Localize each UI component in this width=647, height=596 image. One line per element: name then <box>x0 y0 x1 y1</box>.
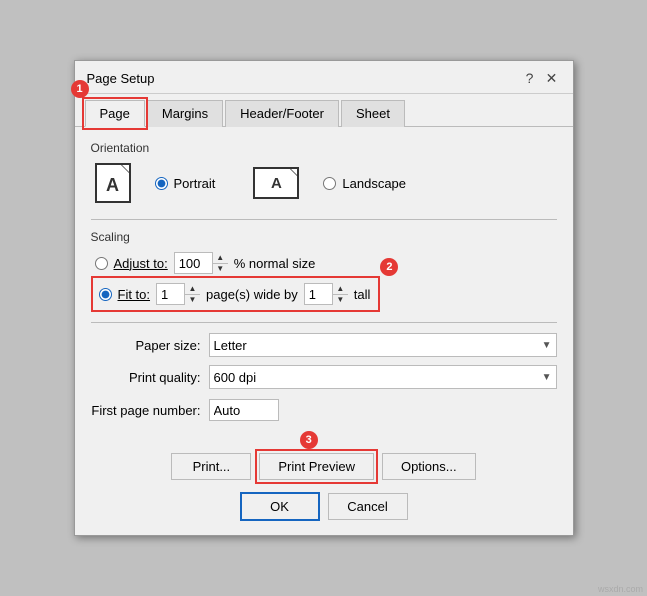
close-button[interactable]: ✕ <box>543 69 561 87</box>
fit-to-container: Fit to: ▲ ▼ page(s) wide by ▲ <box>91 280 377 308</box>
action-buttons: Print... Print Preview 3 Options... <box>75 443 573 490</box>
adjust-suffix: % normal size <box>234 256 316 271</box>
landscape-label: Landscape <box>342 176 406 191</box>
fit-tall-suffix: tall <box>354 287 371 302</box>
print-button[interactable]: Print... <box>171 453 251 480</box>
tab-page[interactable]: Page <box>85 100 145 127</box>
adjust-spin-btns: ▲ ▼ <box>212 252 228 274</box>
portrait-option[interactable]: Portrait <box>155 176 216 191</box>
preview-badge: 3 <box>300 431 318 449</box>
adjust-label: Adjust to: <box>114 256 168 271</box>
first-page-input[interactable] <box>209 399 279 421</box>
paper-size-select[interactable]: Letter ▼ <box>209 333 557 357</box>
orientation-options: A Portrait A Landscape <box>95 163 557 203</box>
tab-header-footer[interactable]: Header/Footer <box>225 100 339 127</box>
watermark: wsxdn.com <box>598 584 643 594</box>
print-quality-label: Print quality: <box>91 370 201 385</box>
dialog-content: Orientation A Portrait A Landscape <box>75 127 573 443</box>
paper-size-arrow: ▼ <box>542 340 552 351</box>
divider-1 <box>91 219 557 220</box>
dialog-title: Page Setup <box>87 71 155 86</box>
print-quality-select[interactable]: 600 dpi ▼ <box>209 365 557 389</box>
adjust-spin-down[interactable]: ▼ <box>213 264 228 275</box>
tab-page-wrap: Page 1 <box>85 100 145 126</box>
scaling-section: Scaling Adjust to: ▲ ▼ % normal size <box>91 230 557 308</box>
adjust-radio[interactable] <box>95 257 108 270</box>
ok-button[interactable]: OK <box>240 492 320 521</box>
adjust-spinner[interactable]: ▲ ▼ <box>174 252 228 274</box>
adjust-spin-up[interactable]: ▲ <box>213 252 228 264</box>
fit-option[interactable]: Fit to: <box>99 287 151 302</box>
fit-tall-spin-btns: ▲ ▼ <box>332 283 348 305</box>
page-setup-dialog: Page Setup ? ✕ Page 1 Margins Header/Foo… <box>74 60 574 536</box>
fit-wide-spinner[interactable]: ▲ ▼ <box>156 283 200 305</box>
orientation-label: Orientation <box>91 141 557 155</box>
first-page-label: First page number: <box>91 403 201 418</box>
cancel-button[interactable]: Cancel <box>328 493 408 520</box>
tab-page-badge: 1 <box>71 80 89 98</box>
paper-size-value: Letter <box>214 338 247 353</box>
landscape-radio[interactable] <box>323 177 336 190</box>
fit-wide-spin-up[interactable]: ▲ <box>185 283 200 295</box>
fit-label: Fit to: <box>118 287 151 302</box>
print-preview-wrap: Print Preview 3 <box>259 453 374 480</box>
fit-wide-spin-btns: ▲ ▼ <box>184 283 200 305</box>
portrait-radio[interactable] <box>155 177 168 190</box>
divider-2 <box>91 322 557 323</box>
tab-margins[interactable]: Margins <box>147 100 223 127</box>
fit-tall-spin-up[interactable]: ▲ <box>333 283 348 295</box>
landscape-icon: A <box>253 167 299 199</box>
print-quality-arrow: ▼ <box>542 372 552 383</box>
tab-sheet[interactable]: Sheet <box>341 100 405 127</box>
fit-wide-spin-down[interactable]: ▼ <box>185 295 200 306</box>
paper-size-row: Paper size: Letter ▼ <box>91 333 557 357</box>
title-bar: Page Setup ? ✕ <box>75 61 573 94</box>
fit-tall-spin-down[interactable]: ▼ <box>333 295 348 306</box>
fit-wide-suffix: page(s) wide by <box>206 287 298 302</box>
adjust-option[interactable]: Adjust to: <box>95 256 168 271</box>
print-preview-button[interactable]: Print Preview <box>259 453 374 480</box>
fit-to-row: Fit to: ▲ ▼ page(s) wide by ▲ <box>95 280 377 308</box>
tab-bar: Page 1 Margins Header/Footer Sheet <box>75 94 573 127</box>
options-button[interactable]: Options... <box>382 453 476 480</box>
print-quality-row: Print quality: 600 dpi ▼ <box>91 365 557 389</box>
adjust-row: Adjust to: ▲ ▼ % normal size <box>95 252 557 274</box>
fit-radio[interactable] <box>99 288 112 301</box>
fit-tall-spinner[interactable]: ▲ ▼ <box>304 283 348 305</box>
portrait-label: Portrait <box>174 176 216 191</box>
print-quality-value: 600 dpi <box>214 370 257 385</box>
ok-cancel-buttons: OK Cancel <box>75 490 573 535</box>
portrait-icon: A <box>95 163 131 203</box>
help-button[interactable]: ? <box>521 69 539 87</box>
paper-size-label: Paper size: <box>91 338 201 353</box>
landscape-option[interactable]: Landscape <box>323 176 406 191</box>
scaling-label: Scaling <box>91 230 557 244</box>
first-page-row: First page number: <box>91 399 557 421</box>
